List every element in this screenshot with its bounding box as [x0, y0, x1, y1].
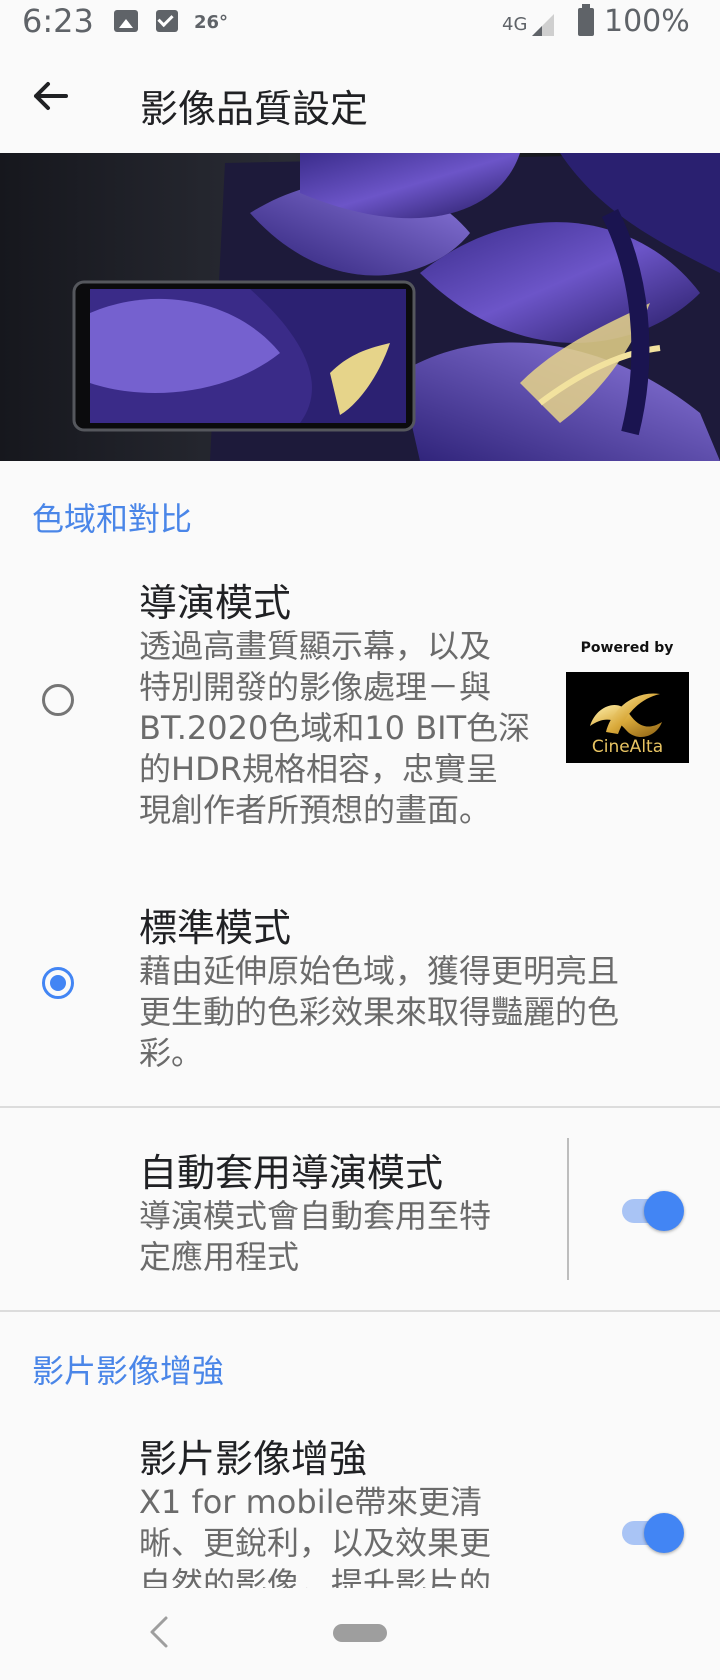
battery-percent: 100% [604, 4, 690, 39]
page-title: 影像品質設定 [140, 87, 369, 131]
video-enhance-description: X1 for mobile帶來更清 晰、更銳利，以及效果更 自然的影像，提升影片… [139, 1483, 492, 1588]
video-enhance-title: 影片影像增強 [139, 1437, 368, 1481]
video-enhance-item[interactable]: 影片影像增強 X1 for mobile帶來更清 晰、更銳利，以及效果更 自然的… [0, 1424, 720, 1588]
status-time: 6:23 [22, 2, 94, 40]
section-header-color-contrast: 色域和對比 [32, 500, 193, 538]
switch-thumb [644, 1191, 684, 1231]
hero-image [0, 153, 720, 461]
powered-by-label: Powered by [580, 640, 674, 656]
cinealta-logo-text: CineAlta [591, 737, 664, 757]
tv-phone-illustration [0, 153, 720, 461]
video-enhance-switch[interactable] [620, 1510, 684, 1554]
auto-director-mode-description: 導演模式會自動套用至特 定應用程式 [139, 1197, 492, 1276]
standard-mode-description: 藉由延伸原始色域，獲得更明亮且 更生動的色彩效果來取得豔麗的色 彩。 [139, 952, 620, 1072]
section-header-video-enhance: 影片影像增強 [32, 1352, 225, 1390]
auto-director-mode-item[interactable]: 自動套用導演模式 導演模式會自動套用至特 定應用程式 [0, 1140, 720, 1280]
switch-thumb [644, 1513, 684, 1553]
battery-icon [578, 4, 594, 36]
standard-mode-option[interactable]: 標準模式 藉由延伸原始色域，獲得更明亮且 更生動的色彩效果來取得豔麗的色 彩。 [0, 893, 720, 1073]
checkbox-icon [156, 10, 178, 32]
status-temperature: 26° [194, 12, 229, 33]
director-mode-title: 導演模式 [139, 581, 292, 625]
vertical-divider [567, 1138, 569, 1280]
nav-back-icon [150, 1616, 168, 1648]
app-bar: 影像品質設定 [0, 48, 720, 152]
image-icon [114, 10, 138, 32]
divider [0, 1310, 720, 1312]
standard-mode-title: 標準模式 [139, 906, 292, 950]
arrow-left-icon [34, 82, 68, 110]
navigation-bar [0, 1588, 720, 1680]
divider [0, 1106, 720, 1108]
standard-mode-radio[interactable] [42, 967, 74, 999]
signal-icon [532, 14, 554, 36]
director-mode-radio[interactable] [42, 684, 74, 716]
network-type: 4G [502, 14, 528, 35]
cinealta-badge: Powered by CineAlta [563, 640, 691, 764]
director-mode-description: 透過高畫質顯示幕，以及 特別開發的影像處理－與 BT.2020色域和10 BIT… [139, 627, 531, 829]
auto-director-mode-switch[interactable] [620, 1188, 684, 1232]
back-button[interactable] [28, 76, 84, 124]
auto-director-mode-title: 自動套用導演模式 [139, 1151, 444, 1195]
nav-back-button[interactable] [140, 1610, 180, 1654]
home-pill-icon[interactable] [333, 1624, 387, 1642]
status-bar: 6:23 26° 4G 100% [0, 0, 720, 48]
cinealta-logo: CineAlta [566, 672, 689, 763]
